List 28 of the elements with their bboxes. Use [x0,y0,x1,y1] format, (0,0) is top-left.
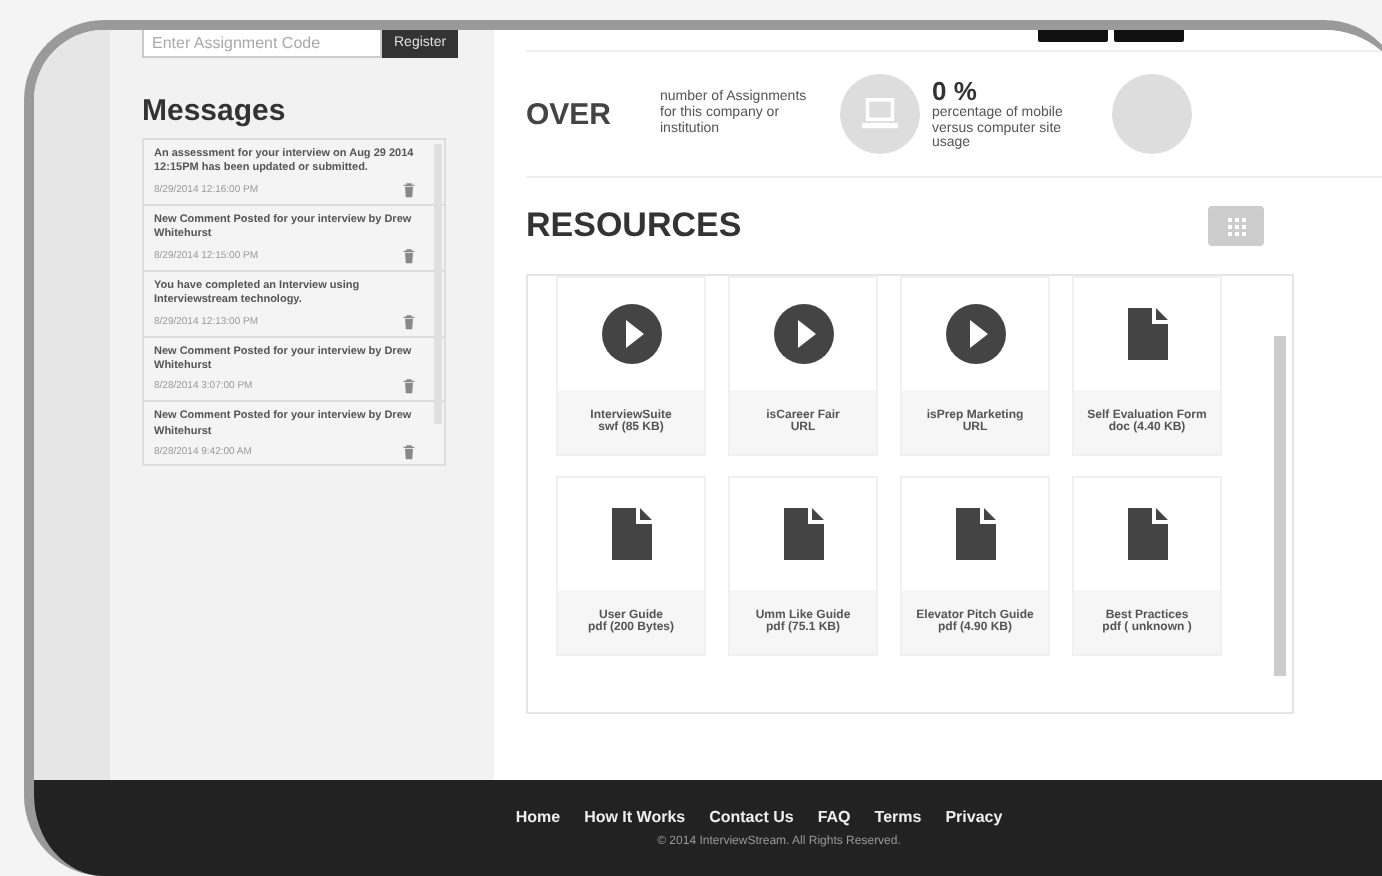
stat-circle [1112,74,1192,154]
stat-value: 0 % [932,75,979,106]
trash-icon[interactable] [402,313,416,330]
document-icon [783,508,823,560]
computer-icon [862,98,898,130]
play-icon [773,304,833,364]
footer-link[interactable]: FAQ [817,808,851,826]
footer-link[interactable]: Contact Us [709,808,794,826]
document-icon [955,508,995,560]
trash-icon[interactable] [402,444,416,461]
scrollbar[interactable] [1274,336,1286,676]
trash-icon[interactable] [402,247,416,264]
trash-icon[interactable] [402,378,416,395]
document-icon [611,508,651,560]
assignment-code-field[interactable]: Enter Assignment Code [142,30,382,58]
footer-link[interactable]: How It Works [584,808,686,826]
footer-link[interactable]: Terms [874,808,922,826]
document-icon [1127,508,1167,560]
document-icon [1127,308,1167,360]
resources-heading: RESOURCES [526,206,742,246]
footer-link[interactable]: Home [515,808,561,826]
trash-icon[interactable] [402,181,416,198]
play-icon [601,304,661,364]
grid-icon [1227,217,1245,235]
footer-link[interactable]: Privacy [945,808,1003,826]
overview-heading: OVER [526,97,614,131]
play-icon [945,304,1005,364]
messages-heading: Messages [142,94,288,128]
